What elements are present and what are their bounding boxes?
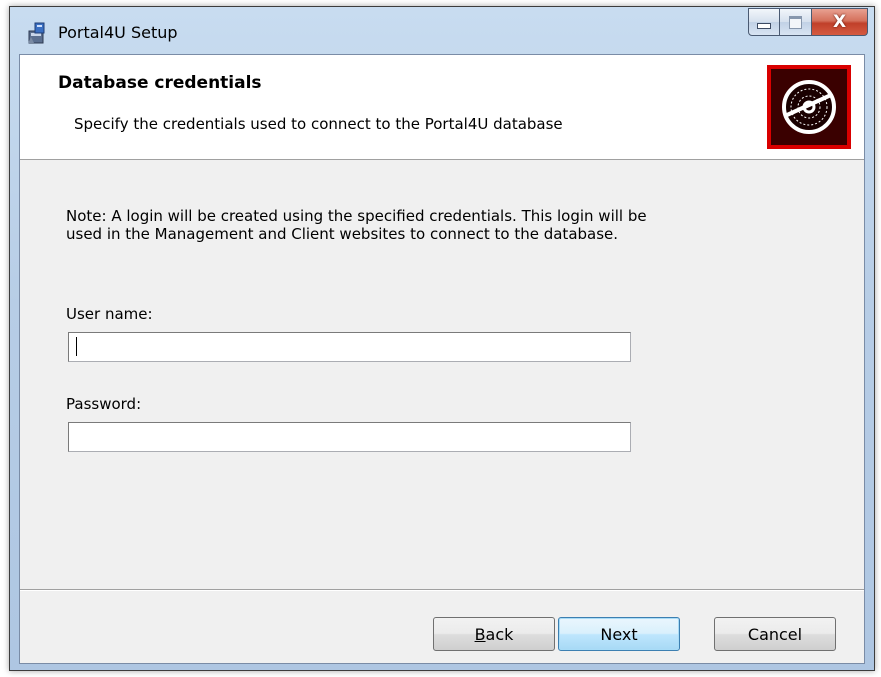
close-icon: X [832, 11, 847, 32]
title-bar[interactable]: Portal4U Setup X [10, 7, 874, 55]
page-subtitle: Specify the credentials used to connect … [74, 115, 563, 133]
text-caret [76, 337, 77, 356]
minimize-button[interactable] [748, 8, 780, 36]
setup-window: Portal4U Setup X Database credentials Sp… [9, 6, 875, 671]
page-title: Database credentials [58, 73, 262, 93]
back-button-label: ack [485, 624, 514, 644]
dialog-client-area: Database credentials Specify the credent… [19, 54, 865, 664]
password-label: Password: [66, 395, 142, 413]
disc-icon [767, 65, 851, 149]
header-banner: Database credentials Specify the credent… [20, 55, 864, 160]
maximize-button[interactable] [780, 8, 812, 36]
back-button[interactable]: Back [433, 617, 555, 651]
back-button-mnemonic: B [474, 624, 486, 644]
installer-icon [26, 21, 50, 45]
password-input[interactable] [68, 422, 631, 452]
close-button[interactable]: X [812, 8, 868, 36]
credentials-note: Note: A login will be created using the … [66, 207, 647, 243]
footer-divider-highlight [20, 590, 864, 591]
username-label: User name: [66, 305, 153, 323]
next-button[interactable]: Next [558, 617, 680, 651]
cancel-button-label: Cancel [747, 624, 803, 644]
window-title: Portal4U Setup [58, 23, 178, 42]
next-button-label: Next [600, 624, 638, 644]
caption-buttons: X [748, 8, 868, 36]
username-input[interactable] [68, 332, 631, 362]
maximize-icon [789, 15, 802, 29]
minimize-icon [757, 23, 771, 29]
cancel-button[interactable]: Cancel [714, 617, 836, 651]
